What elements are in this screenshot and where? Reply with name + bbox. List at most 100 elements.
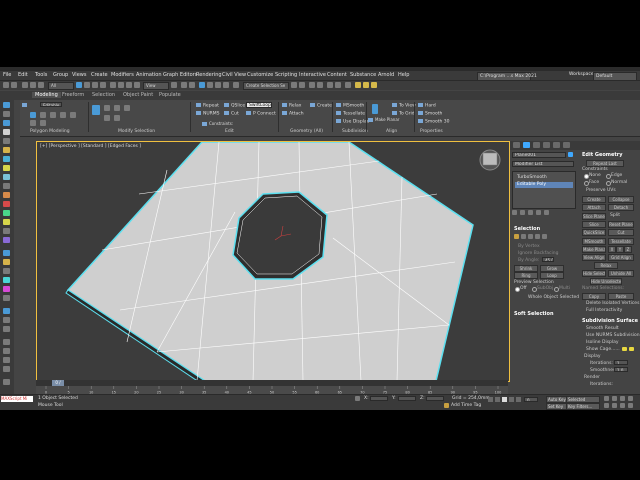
render-setup-icon[interactable] [355,82,361,88]
tab-populate[interactable]: Populate [159,92,181,98]
iterations-spinner[interactable]: 1 [614,360,628,365]
menu-help[interactable]: Help [398,72,409,78]
vertex-select-icon[interactable] [514,234,519,239]
by-angle-spinner[interactable]: 45.0 [542,257,554,262]
utilities-tab-icon[interactable] [563,142,570,148]
tab-selection[interactable]: Selection [92,92,115,98]
make-planar-icon[interactable] [372,104,378,114]
use-nurms-checkbox[interactable]: Use NURMS Subdivision [586,333,640,338]
repeat-last-button[interactable]: Repeat Last [586,160,624,167]
create-tab-icon[interactable] [513,142,520,148]
detach-button[interactable]: Detach [608,204,634,211]
collapse-stack-icon[interactable] [30,120,36,126]
grow-selection-icon[interactable] [92,105,100,115]
loop-selection-icon[interactable] [114,105,120,111]
selection-filter-dropdown[interactable]: All [48,82,74,90]
attach-button[interactable]: Attach [282,111,304,117]
menu-animation[interactable]: Animation [136,72,162,78]
create-button[interactable]: Create [310,103,332,109]
msmooth-button[interactable]: MSmooth [582,238,606,245]
create-patch-icon[interactable] [3,317,10,323]
by-vertex-checkbox[interactable]: By Vertex [518,244,540,249]
align-icon[interactable] [299,82,305,88]
by-angle-checkbox[interactable]: By Angle: [518,258,540,263]
unhide-all-button[interactable]: Unhide All [608,270,634,277]
pin-stack-icon[interactable] [512,210,517,215]
tab-modeling[interactable]: Modeling [32,92,61,98]
polygon-select-icon[interactable] [535,234,540,239]
orbit-icon[interactable] [620,403,625,408]
planar-z-button[interactable]: Z [624,246,632,253]
previous-frame-icon[interactable] [495,397,500,402]
set-key-button[interactable]: Set Key [546,403,568,410]
ring-mode-icon[interactable] [114,115,120,121]
viewcube[interactable] [479,149,501,171]
stack-item-turbosmooth[interactable]: TurboSmooth [515,175,573,181]
paste-button[interactable]: Paste [608,293,634,300]
create-helper-icon[interactable] [3,268,10,274]
group-subdivision[interactable]: Subdivision [342,129,368,134]
group-geometry-all[interactable]: Geometry (All) [290,129,323,134]
display-tab-icon[interactable] [553,142,560,148]
menu-scripting[interactable]: Scripting [275,72,297,78]
cage-color-swatch[interactable] [622,347,627,351]
create-nurbs-icon[interactable] [3,326,10,332]
bind-space-warp-icon[interactable] [38,82,44,88]
zoom-extents-all-icon[interactable] [628,396,633,401]
schematic-view-icon[interactable] [335,82,341,88]
y-coordinate-field[interactable] [398,396,416,401]
unlink-icon[interactable] [30,82,36,88]
create-cone-icon[interactable] [3,192,10,198]
menu-modifiers[interactable]: Modifiers [111,72,134,78]
to-grid-button[interactable]: To Grid [392,111,415,117]
snaps-toggle-icon[interactable] [199,82,205,88]
attach-button[interactable]: Attach [582,204,606,211]
vertex-mode-icon[interactable] [30,112,36,118]
maxscript-listener[interactable]: MAXScript Mi [1,396,33,402]
group-polygon-modeling[interactable]: Polygon Modeling [30,129,70,134]
menu-substance[interactable]: Substance [350,72,376,78]
select-by-name-icon[interactable] [84,82,90,88]
swiftloop-field[interactable]: SwiftLoop [246,102,272,108]
create-torus-icon[interactable] [3,183,10,189]
select-object-icon[interactable] [76,82,82,88]
make-unique-icon[interactable] [528,210,533,215]
make-planar-button[interactable]: Make Planar [368,117,399,122]
smooth30-button[interactable]: Smooth 30 [418,119,450,125]
create-sphere-icon[interactable] [3,165,10,171]
lock-selection-icon[interactable] [355,396,360,401]
project-path-dropdown[interactable]: C:\Program ...s Max 2021 [477,72,537,81]
cut-button[interactable]: Cut [224,111,239,117]
soft-selection-rollout-header[interactable]: Soft Selection [514,311,554,317]
create-button[interactable]: Create [582,196,606,203]
material-editor-icon[interactable] [345,82,351,88]
render-production-icon[interactable] [371,82,377,88]
create-box-icon[interactable] [3,156,10,162]
tessellate-button[interactable]: Tessellate [608,238,634,245]
selected-dropdown[interactable]: Selected [566,396,600,403]
tessellate-button[interactable]: Tessellate [336,111,365,117]
subdivision-surface-rollout-header[interactable]: Subdivision Surface [582,318,638,324]
split-checkbox[interactable]: Split [610,213,620,218]
relax-button[interactable]: Relax [594,262,618,269]
angle-snap-icon[interactable] [207,82,213,88]
create-spacewarp-icon[interactable] [3,277,10,283]
current-frame-field[interactable]: 0 [524,397,538,402]
show-cage-checkbox[interactable]: Show Cage...... [586,347,620,352]
copy-button[interactable]: Copy [582,293,606,300]
zoom-extents-icon[interactable] [620,396,625,401]
create-particle-icon[interactable] [3,295,10,301]
collapse-button[interactable]: Collapse [608,196,634,203]
create-geosphere-icon[interactable] [3,201,10,207]
preserve-uvs-checkbox[interactable]: Preserve UVs [586,188,616,193]
percent-snap-icon[interactable] [215,82,221,88]
slice-plane-button[interactable]: Slice Plane [582,213,606,220]
edit-geometry-rollout-header[interactable]: Edit Geometry [582,152,623,158]
create-plane-icon[interactable] [3,237,10,243]
stack-item-editable-poly[interactable]: Editable Poly [515,182,573,188]
edge-mode-icon[interactable] [40,112,46,118]
polygon-mode-icon[interactable] [60,112,66,118]
maximize-viewport-icon[interactable] [628,403,633,408]
menu-customize[interactable]: Customize [247,72,273,78]
pan-view-icon[interactable] [612,403,617,408]
